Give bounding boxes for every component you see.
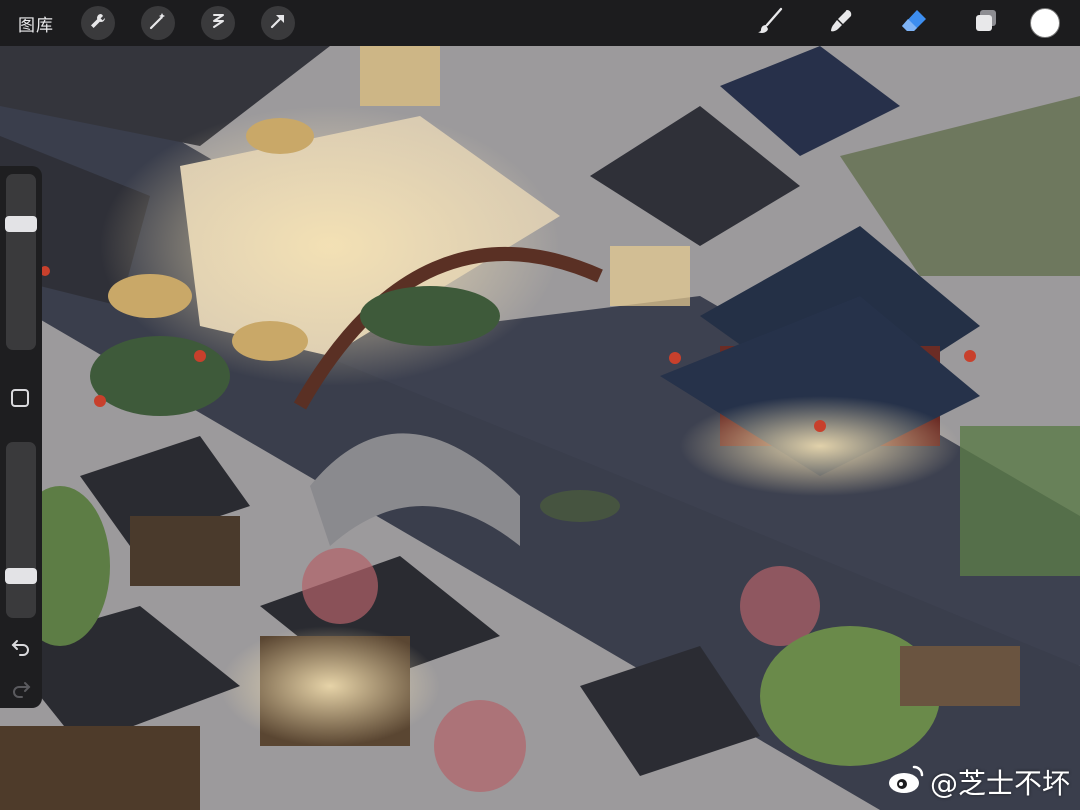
gallery-button[interactable]: 图库 (18, 11, 54, 36)
layers-icon (971, 6, 1001, 40)
undo-icon (9, 640, 33, 662)
opacity-slider[interactable] (5, 442, 37, 618)
redo-icon (9, 682, 33, 704)
watermark: @芝士不坏 (886, 762, 1070, 802)
brush-icon (755, 6, 785, 40)
opacity-thumb[interactable] (5, 567, 37, 584)
artwork-illustration (0, 46, 1080, 810)
selection-button[interactable] (201, 6, 235, 40)
left-sidebar (0, 166, 42, 708)
eraser-icon (899, 6, 929, 40)
transform-arrow-icon (268, 11, 288, 35)
top-toolbar: 图库 (0, 0, 1080, 46)
layers-button[interactable] (964, 3, 1008, 43)
smudge-icon (827, 6, 857, 40)
watermark-text: @芝士不坏 (929, 767, 1070, 800)
undo-button[interactable] (9, 634, 33, 658)
wrench-icon (88, 11, 108, 35)
magic-wand-icon (148, 11, 168, 35)
weibo-logo-icon (886, 763, 930, 802)
drawing-canvas[interactable] (0, 46, 1080, 810)
actions-button[interactable] (81, 6, 115, 40)
paint-button[interactable] (748, 3, 792, 43)
smudge-button[interactable] (820, 3, 864, 43)
erase-button[interactable] (892, 3, 936, 43)
brush-size-thumb[interactable] (5, 216, 37, 232)
redo-button[interactable] (9, 676, 33, 700)
modify-button[interactable] (11, 389, 29, 407)
transform-button[interactable] (261, 6, 295, 40)
brush-size-slider[interactable] (5, 174, 37, 350)
color-picker-button[interactable] (1030, 8, 1060, 38)
right-toolset (734, 0, 1070, 46)
adjustments-button[interactable] (141, 6, 175, 40)
selection-icon (208, 11, 228, 35)
